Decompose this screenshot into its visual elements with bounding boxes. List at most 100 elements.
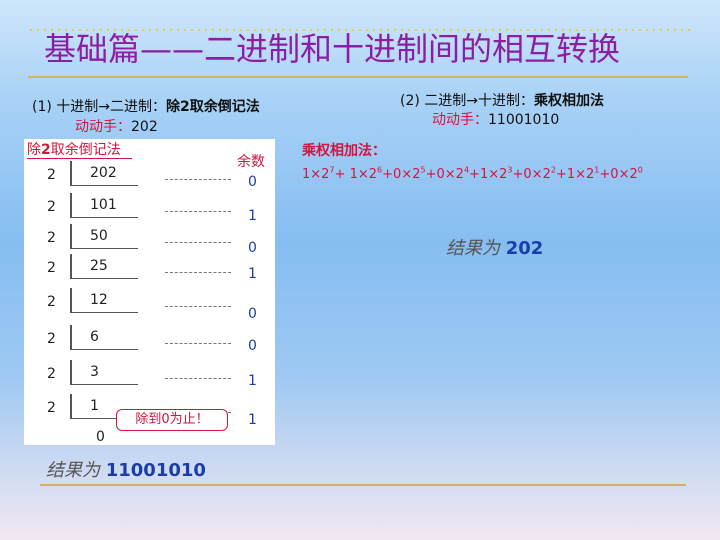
formula-coef: 0 [610,167,619,183]
division-bracket-vertical [70,224,72,248]
quotient: 25 [90,258,108,274]
formula-coef: 1 [349,167,358,183]
divisor: 2 [47,260,56,276]
division-bracket-horizontal [70,312,138,313]
formula-term: 1×21+ [566,166,611,183]
section1-value: 202 [131,119,158,135]
remainder: 0 [248,174,257,190]
formula-term: 1×26+ [349,166,394,183]
division-bracket-horizontal [70,185,138,186]
section2-heading-bold: 乘权相加法 [534,93,605,109]
leader-dash [165,306,231,307]
division-bracket-vertical [70,254,72,278]
formula-base: ×2 [444,167,464,183]
leader-dash [165,179,231,180]
formula-plus: + [555,167,567,183]
remainder-header: 余数 [237,154,265,170]
final-quotient: 0 [96,429,105,445]
division-bracket-vertical [70,161,72,185]
result-decimal: 结果为 202 [446,234,543,260]
formula-exponent: 0 [637,166,643,175]
formula-base: ×2 [401,167,421,183]
divisor: 2 [47,366,56,382]
section2-prompt: 动动手： [432,112,488,128]
formula-plus: + [599,167,611,183]
remainder: 1 [248,208,257,224]
weighted-sum-formula: 1×27+ 1×26+0×25+0×24+1×23+0×22+1×21+0×20 [302,166,643,182]
section2-heading-text: (2) 二进制→十进制： [400,93,535,109]
quotient: 202 [90,165,117,181]
leader-dash [165,242,231,243]
section1-heading-bold: 除2取余倒记法 [166,99,260,115]
divisor: 2 [47,230,56,246]
division-bracket-vertical [70,288,72,312]
bottom-divider [40,484,686,486]
section1-prompt: 动动手： [75,119,131,135]
result-binary: 结果为 11001010 [46,456,206,482]
formula-base: ×2 [575,167,595,183]
remainder: 1 [248,373,257,389]
quotient: 12 [90,292,108,308]
slide-title: 基础篇——二进制和十进制间的相互转换 [44,30,621,68]
section1-heading: (1) 十进制→二进制：除2取余倒记法 [32,96,260,116]
formula-base: ×2 [357,167,378,183]
quotient: 3 [90,364,99,380]
formula-term: 0×20 [610,166,643,183]
formula-label: 乘权相加法： [302,143,386,159]
section2-task: 动动手：11001010 [432,109,559,129]
result-decimal-label: 结果为 [446,238,506,259]
callout-stop-at-zero: 除到0为止！ [116,409,228,431]
leader-dash [165,211,231,212]
division-bracket-horizontal [70,278,138,279]
formula-base: ×2 [310,167,330,183]
formula-term: 1×23+ [480,166,524,183]
formula-plus: + [382,167,394,183]
divisor: 2 [47,199,56,215]
quotient: 101 [90,197,117,213]
quotient: 6 [90,329,99,345]
panel-title-pre: 除 [27,142,41,158]
panel-title-underline [27,158,132,159]
division-bracket-horizontal [70,217,138,218]
leader-dash [165,343,231,344]
formula-coef: 1 [566,167,576,183]
result-decimal-value: 202 [505,238,544,259]
formula-base: ×2 [618,167,638,183]
division-panel [24,139,275,445]
formula-plus: + [469,167,480,183]
formula-base: ×2 [531,167,551,183]
divisor: 2 [47,294,56,310]
division-bracket-horizontal [70,248,138,249]
leader-dash [165,378,231,379]
panel-title-post: 取余倒记法 [50,142,121,158]
formula-term: 1×27+ [302,166,350,183]
formula-plus: + [334,167,350,183]
division-bracket-horizontal [70,349,138,350]
result-binary-label: 结果为 [46,460,106,481]
division-bracket-vertical [70,360,72,384]
division-bracket-horizontal [70,384,138,385]
section1-task: 动动手：202 [75,116,158,136]
divisor: 2 [47,400,56,416]
result-binary-value: 11001010 [105,460,206,481]
leader-dash [165,272,231,273]
section1-heading-text: (1) 十进制→二进制： [32,99,167,115]
divisor: 2 [47,167,56,183]
quotient: 50 [90,228,108,244]
division-bracket-vertical [70,193,72,217]
formula-term: 0×24+ [436,166,480,183]
remainder: 0 [248,240,257,256]
formula-term: 0×22+ [523,166,567,183]
remainder: 1 [248,266,257,282]
formula-coef: 0 [436,167,445,183]
divisor: 2 [47,331,56,347]
formula-base: ×2 [488,167,508,183]
remainder: 0 [248,338,257,354]
formula-plus: + [425,167,437,183]
section2-value: 11001010 [488,112,560,128]
formula-plus: + [512,167,524,183]
division-bracket-vertical [70,394,72,418]
remainder: 0 [248,306,257,322]
section2-heading: (2) 二进制→十进制：乘权相加法 [400,90,604,110]
panel-title: 除2取余倒记法 [27,139,121,159]
